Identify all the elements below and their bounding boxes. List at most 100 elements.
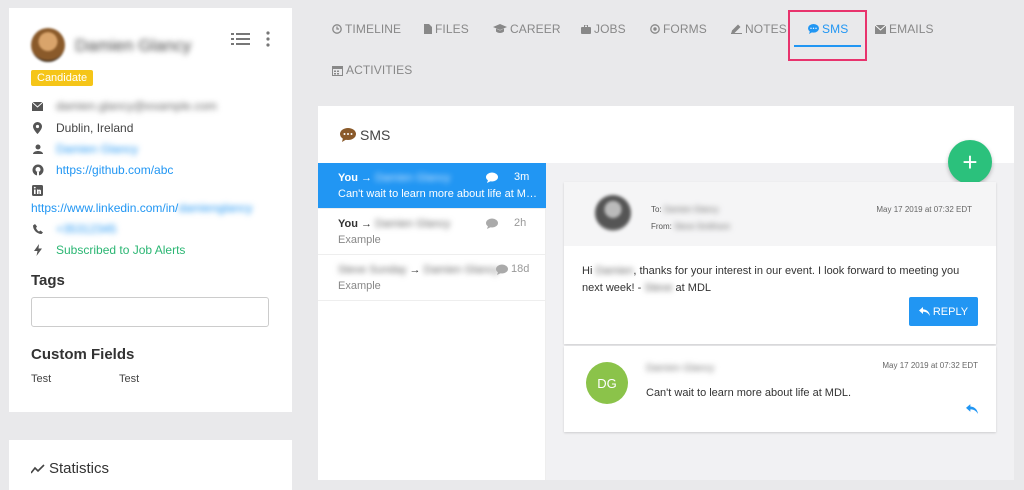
tab-career[interactable]: CAREER [493, 22, 561, 36]
graduation-cap-icon [493, 24, 507, 33]
list-item[interactable]: You → Damien Glancy 2h Example [318, 209, 546, 255]
email-to-label: To: [651, 205, 662, 214]
list-view-icon[interactable] [231, 32, 250, 48]
message-to: Damien Glancy [423, 264, 499, 276]
sms-sender: Damien Glancy [646, 363, 715, 374]
message-participants: You → Damien Glancy [338, 172, 451, 184]
job-alerts-status[interactable]: Subscribed to Job Alerts [56, 243, 185, 257]
message-time: 18d [511, 263, 530, 275]
tab-timeline[interactable]: TIMELINE [332, 22, 401, 36]
more-options-icon[interactable] [265, 30, 271, 48]
phone-icon [31, 223, 44, 236]
tab-files-label: FILES [435, 22, 469, 36]
github-icon [31, 164, 44, 177]
linkedin-icon [31, 184, 44, 197]
tags-input[interactable] [31, 297, 269, 327]
tab-emails[interactable]: EMAILS [875, 22, 934, 36]
statistics-label: Statistics [49, 460, 110, 477]
tab-jobs-label: JOBS [594, 22, 626, 36]
owner-row: Damien Glancy [31, 142, 138, 156]
email-greeting: Hi [582, 265, 593, 277]
pencil-icon [731, 24, 742, 34]
custom-field-value: Test [119, 373, 140, 385]
envelope-icon [31, 100, 44, 113]
custom-field-name: Test [31, 373, 52, 385]
email-date: May 17 2019 at 07:32 EDT [876, 205, 972, 214]
status-badge: Candidate [31, 70, 94, 86]
envelope-icon [875, 24, 886, 34]
github-row: https://github.com/abc [31, 163, 173, 177]
message-preview: Can't wait to learn more about life at M… [338, 188, 538, 200]
tab-timeline-label: TIMELINE [345, 22, 402, 36]
message-to: Damien Glancy [375, 172, 451, 184]
sms-card: DG Damien Glancy May 17 2019 at 07:32 ED… [564, 346, 996, 432]
email-body-closing: at MDL [672, 282, 712, 294]
message-list: You → Damien Glancy 3m Can't wait to lea… [318, 163, 546, 480]
tab-forms[interactable]: FORMS [650, 22, 707, 36]
tab-activities-label: ACTIVITIES [346, 63, 413, 77]
email-to-value: Damien Glancy [663, 205, 719, 214]
phone-row: +35312345 [31, 222, 116, 236]
reply-icon [918, 307, 930, 316]
sms-date: May 17 2019 at 07:32 EDT [882, 361, 978, 370]
radio-circle-icon [650, 24, 660, 34]
linkedin-handle[interactable]: damienglancy [178, 201, 252, 215]
email-body-text: , thanks for your interest in our event.… [582, 265, 960, 294]
list-item[interactable]: Steve Sunday → Damien Glancy 18d Example [318, 255, 546, 301]
tab-sms-label: SMS [822, 22, 849, 36]
statistics-card: Statistics [9, 440, 292, 490]
email-to: To: Damien Glancy [651, 205, 719, 214]
github-link[interactable]: https://github.com/abc [56, 163, 173, 177]
trend-line-icon [31, 463, 45, 473]
clock-icon [332, 24, 342, 34]
linkedin-icon-row [31, 184, 56, 197]
location-value: Dublin, Ireland [56, 121, 134, 135]
email-row: damien.glancy@example.com [31, 99, 217, 113]
tab-jobs[interactable]: JOBS [581, 22, 626, 36]
tab-forms-label: FORMS [663, 22, 707, 36]
calendar-icon [332, 65, 343, 76]
file-icon [424, 24, 432, 34]
email-from-value: Steve Smithson [674, 222, 731, 231]
sender-avatar [595, 195, 631, 231]
tab-files[interactable]: FILES [424, 22, 469, 36]
email-signer: Steve [644, 282, 673, 294]
tab-career-label: CAREER [510, 22, 561, 36]
owner-link[interactable]: Damien Glancy [56, 142, 138, 156]
email-card: To: Damien Glancy From: Steve Smithson M… [564, 182, 996, 344]
message-from: You [338, 218, 358, 230]
chat-bubble-icon [486, 218, 498, 229]
active-tab-underline [794, 45, 861, 47]
panel-title: SMS [340, 127, 390, 143]
chat-bubble-icon [808, 24, 819, 34]
message-preview: Example [338, 234, 381, 246]
panel-title-label: SMS [360, 127, 391, 143]
avatar[interactable] [31, 28, 65, 62]
reply-icon[interactable] [966, 404, 978, 414]
message-time: 3m [514, 171, 530, 183]
chat-bubble-icon [486, 172, 498, 183]
tags-title: Tags [31, 272, 65, 289]
profile-card: Damien Glancy Candidate damien.glancy@ex… [9, 8, 292, 412]
message-to: Damien Glancy [375, 218, 451, 230]
tab-activities[interactable]: ACTIVITIES [332, 63, 412, 77]
alerts-row: Subscribed to Job Alerts [31, 243, 185, 257]
tab-notes-label: NOTES [745, 22, 787, 36]
linkedin-link[interactable]: https://www.linkedin.com/in/ [31, 201, 178, 215]
tab-sms[interactable]: SMS [808, 22, 848, 36]
sms-text: Can't wait to learn more about life at M… [646, 387, 852, 399]
add-sms-button[interactable]: + [948, 140, 992, 184]
briefcase-icon [581, 24, 591, 34]
phone-link[interactable]: +35312345 [56, 222, 116, 236]
email-value[interactable]: damien.glancy@example.com [56, 99, 217, 113]
list-item[interactable]: You → Damien Glancy 3m Can't wait to lea… [318, 163, 546, 209]
location-row: Dublin, Ireland [31, 121, 133, 135]
email-from-label: From: [651, 222, 672, 231]
email-from: From: Steve Smithson [651, 222, 730, 231]
message-participants: Steve Sunday → Damien Glancy [338, 264, 499, 276]
message-from: Steve Sunday [338, 264, 407, 276]
sender-initials-avatar: DG [586, 362, 628, 404]
reply-button[interactable]: REPLY [909, 297, 978, 326]
tab-notes[interactable]: NOTES [731, 22, 787, 36]
map-pin-icon [31, 122, 44, 135]
